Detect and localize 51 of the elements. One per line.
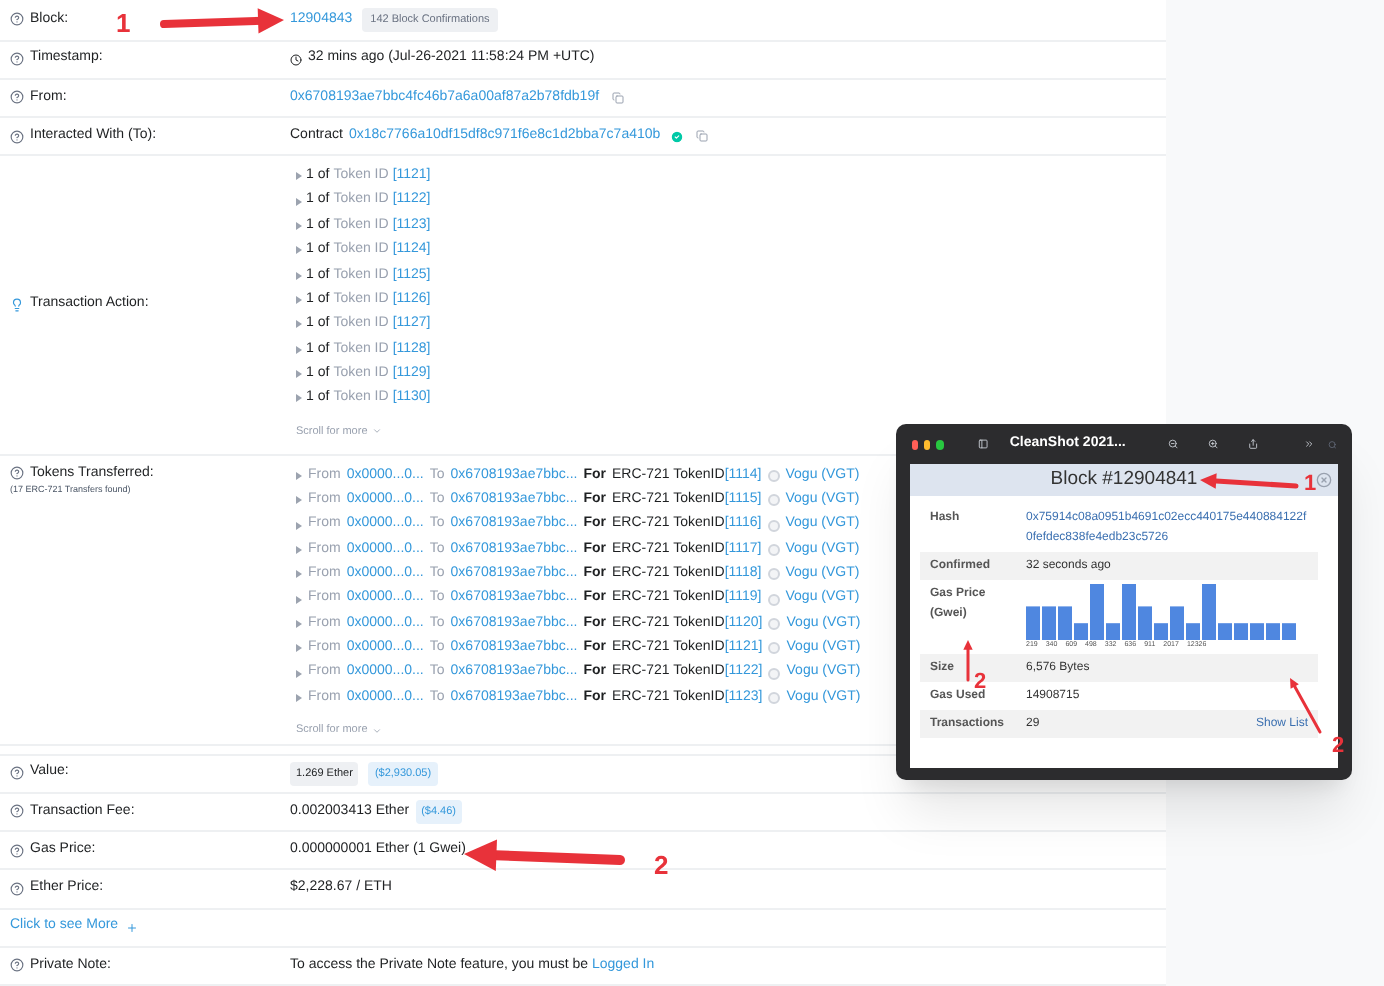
triangle-bullet-icon [296,619,302,628]
annotation-arrow [160,8,284,34]
help-icon [10,766,24,781]
more-icon[interactable] [1304,436,1316,452]
help-icon [10,958,24,973]
share-icon[interactable] [1248,436,1259,452]
triangle-bullet-icon [296,320,302,329]
chevron-down-icon [371,426,382,437]
triangle-bullet-icon [296,496,302,505]
zoom-in-icon[interactable] [1208,436,1219,452]
triangle-bullet-icon [296,222,302,231]
triangle-bullet-icon [296,545,302,554]
triangle-bullet-icon [296,271,302,280]
chevron-down-icon [371,726,382,737]
annotation-number: 1 [116,6,131,42]
triangle-bullet-icon [296,172,302,181]
triangle-bullet-icon [296,644,302,653]
sidebar-icon[interactable] [977,436,988,452]
annotation-number: 1 [1304,470,1317,500]
annotation-number: 2 [654,848,669,884]
triangle-bullet-icon [296,394,302,403]
triangle-bullet-icon [296,693,302,702]
minimize-window-button[interactable] [924,439,931,449]
triangle-bullet-icon [296,471,302,480]
help-icon [10,12,24,27]
help-icon [10,843,24,858]
zoom-out-icon[interactable] [1167,436,1179,452]
triangle-bullet-icon [296,197,302,206]
annotation-arrow [1290,678,1322,734]
triangle-bullet-icon [296,595,302,604]
help-icon [10,52,24,67]
triangle-bullet-icon [296,296,302,305]
help-icon [10,129,24,144]
help-icon [10,90,24,105]
annotation-number: 2 [1332,732,1345,762]
annotation-arrow [963,640,973,682]
triangle-bullet-icon [296,669,302,678]
help-icon [10,804,24,819]
help-icon [10,466,24,481]
lightbulb-icon [10,297,24,312]
triangle-bullet-icon [296,570,302,579]
triangle-bullet-icon [296,370,302,379]
close-window-button[interactable] [912,439,919,449]
triangle-bullet-icon [296,345,302,354]
clock-icon [290,53,302,66]
maximize-window-button[interactable] [936,439,944,449]
help-icon [10,881,24,896]
triangle-bullet-icon [296,246,302,255]
triangle-bullet-icon [296,521,302,530]
block-title: Block #12904841 [1050,465,1198,494]
annotation-arrow [1200,473,1299,489]
